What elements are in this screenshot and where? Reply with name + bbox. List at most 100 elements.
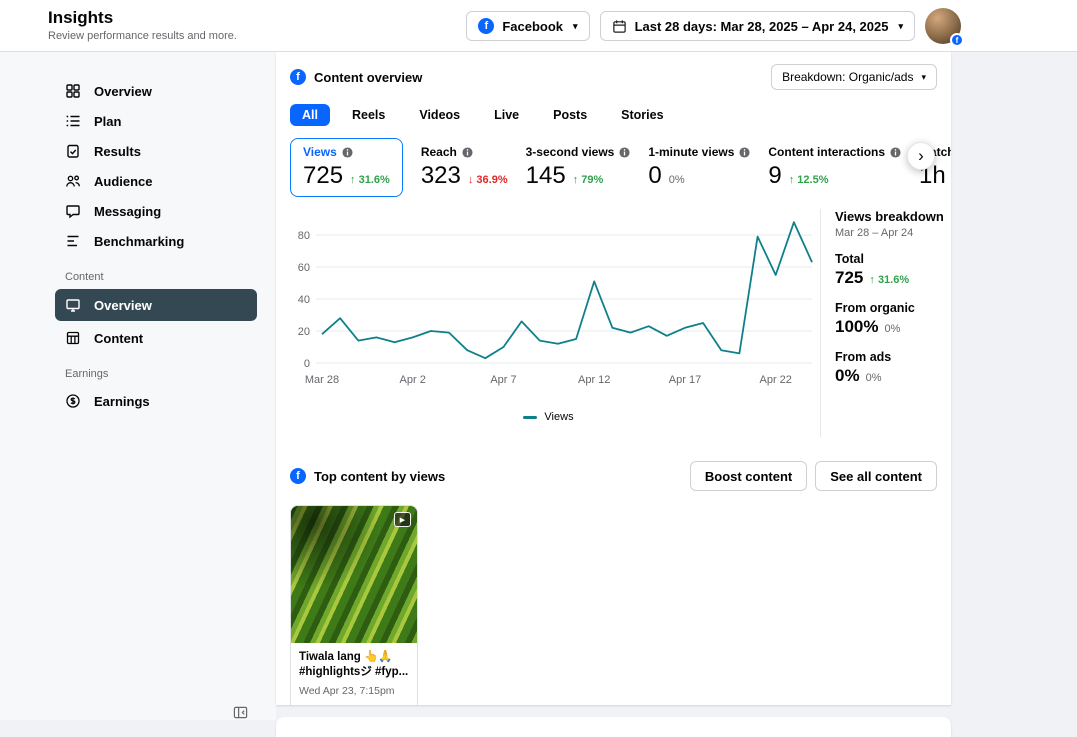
facebook-icon: f — [290, 69, 306, 85]
metric-delta: ↑ 31.6% — [350, 174, 390, 186]
chevron-down-icon: ▾ — [898, 21, 903, 32]
chat-icon — [65, 203, 81, 219]
dollar-icon — [65, 393, 81, 409]
metric-delta: ↓ 36.9% — [468, 174, 508, 186]
tab-all[interactable]: All — [290, 104, 330, 126]
section-title: Content overview — [314, 70, 422, 85]
content-overview-title-row: f Content overview — [290, 69, 422, 85]
facebook-icon: f — [478, 18, 494, 34]
header-controls: f Facebook ▾ Last 28 days: Mar 28, 2025 … — [466, 8, 961, 44]
clipboard-check-icon — [65, 143, 81, 159]
date-range-button[interactable]: Last 28 days: Mar 28, 2025 – Apr 24, 202… — [600, 11, 915, 41]
see-all-content-button[interactable]: See all content — [815, 461, 937, 491]
metric-label: 1-minute views — [648, 145, 734, 159]
top-post-card[interactable]: ▶ Tiwala lang 👆🙏 #highlightsジ #fyp... We… — [290, 505, 418, 705]
svg-text:Apr 17: Apr 17 — [669, 374, 701, 386]
metrics-next-button[interactable]: › — [907, 142, 935, 170]
boost-content-button[interactable]: Boost content — [690, 461, 807, 491]
views-breakdown-title: Views breakdown — [835, 209, 951, 224]
info-icon — [342, 147, 353, 158]
metric-value: 0 — [648, 162, 661, 190]
metric-value: 725 — [303, 162, 343, 190]
top-header: Insights Review performance results and … — [0, 0, 1077, 52]
sidebar-item-benchmarking[interactable]: Benchmarking — [55, 226, 257, 256]
date-range-label: Last 28 days: Mar 28, 2025 – Apr 24, 202… — [635, 19, 889, 34]
tab-posts[interactable]: Posts — [541, 104, 599, 126]
metric-value: 145 — [526, 162, 566, 190]
breakdown-row-label: Total — [835, 252, 951, 266]
tab-videos[interactable]: Videos — [407, 104, 472, 126]
svg-text:Apr 2: Apr 2 — [400, 374, 426, 386]
collapse-sidebar-button[interactable] — [233, 705, 249, 721]
views-breakdown-date-range: Mar 28 – Apr 24 — [835, 227, 951, 239]
sidebar-item-results[interactable]: Results — [55, 136, 257, 166]
metric-label: 3-second views — [526, 145, 615, 159]
tab-stories[interactable]: Stories — [609, 104, 675, 126]
views-chart-section: 020406080Mar 28Apr 2Apr 7Apr 12Apr 17Apr… — [276, 205, 951, 451]
top-content-title-row: f Top content by views — [290, 468, 445, 484]
list-icon — [65, 113, 81, 129]
next-section-panel — [276, 717, 951, 737]
tab-reels[interactable]: Reels — [340, 104, 397, 126]
metric-card-reach[interactable]: Reach 323 ↓ 36.9% — [421, 138, 508, 197]
tab-live[interactable]: Live — [482, 104, 531, 126]
sidebar-item-label: Messaging — [94, 204, 161, 219]
sidebar-section-content: Content — [65, 271, 257, 283]
sidebar-item-label: Content — [94, 331, 143, 346]
grid-icon — [65, 330, 81, 346]
post-title: Tiwala lang 👆🙏 #highlightsジ #fyp... — [299, 650, 409, 680]
dashboard-icon — [65, 83, 81, 99]
svg-text:0: 0 — [304, 358, 310, 370]
facebook-badge-icon: f — [950, 33, 964, 47]
svg-text:60: 60 — [298, 262, 310, 274]
monitor-icon — [65, 297, 81, 313]
sidebar-item-content-overview[interactable]: Overview — [55, 289, 257, 321]
sidebar-item-label: Overview — [94, 84, 152, 99]
metric-card-1-minute-views[interactable]: 1-minute views 0 0% — [648, 138, 750, 197]
breakdown-row-value: 0% 0% — [835, 366, 951, 386]
page-selector-button[interactable]: f Facebook ▾ — [466, 11, 589, 41]
views-breakdown-panel: Views breakdown Mar 28 – Apr 24 Total 72… — [820, 209, 951, 437]
svg-text:Mar 28: Mar 28 — [305, 374, 339, 386]
post-thumbnail: ▶ — [291, 506, 417, 643]
metric-value: 9 — [768, 162, 781, 190]
post-details: Tiwala lang 👆🙏 #highlightsジ #fyp... Wed … — [291, 643, 417, 705]
metric-card-3-second-views[interactable]: 3-second views 145 ↑ 79% — [526, 138, 631, 197]
page-selector-label: Facebook — [502, 19, 563, 34]
info-icon — [890, 147, 901, 158]
metric-card-views[interactable]: Views 725 ↑ 31.6% — [290, 138, 403, 197]
page-title-block: Insights Review performance results and … — [48, 8, 237, 42]
metric-delta: ↑ 79% — [573, 174, 604, 186]
sidebar-item-content[interactable]: Content — [55, 323, 257, 353]
metrics-row: Views 725 ↑ 31.6% Reach 323 ↓ 36.9% 3-se… — [276, 126, 951, 197]
svg-text:20: 20 — [298, 326, 310, 338]
svg-text:Apr 7: Apr 7 — [490, 374, 516, 386]
sidebar-item-label: Plan — [94, 114, 121, 129]
breakdown-selector-label: Breakdown: Organic/ads — [782, 70, 913, 84]
breakdown-row-value: 100% 0% — [835, 317, 951, 337]
chevron-down-icon: ▾ — [921, 72, 926, 83]
page-title: Insights — [48, 8, 237, 28]
sidebar-item-messaging[interactable]: Messaging — [55, 196, 257, 226]
video-icon: ▶ — [394, 512, 411, 527]
avatar[interactable]: f — [925, 8, 961, 44]
sidebar-item-audience[interactable]: Audience — [55, 166, 257, 196]
breakdown-row-value: 725 ↑ 31.6% — [835, 268, 951, 288]
metric-card-content-interactions[interactable]: Content interactions 9 ↑ 12.5% — [768, 138, 901, 197]
legend-line-swatch — [523, 416, 537, 419]
bars-icon — [65, 233, 81, 249]
post-timestamp: Wed Apr 23, 7:15pm — [299, 685, 409, 697]
facebook-icon: f — [290, 468, 306, 484]
breakdown-selector-button[interactable]: Breakdown: Organic/ads ▾ — [771, 64, 937, 90]
top-content-actions: Boost content See all content — [690, 461, 937, 491]
sidebar-item-overview[interactable]: Overview — [55, 76, 257, 106]
calendar-icon — [612, 19, 627, 34]
chevron-right-icon: › — [918, 147, 924, 164]
content-overview-panel: f Content overview Breakdown: Organic/ad… — [276, 52, 951, 705]
sidebar-item-earnings[interactable]: Earnings — [55, 386, 257, 416]
metric-delta: ↑ 12.5% — [789, 174, 829, 186]
sidebar-item-plan[interactable]: Plan — [55, 106, 257, 136]
sidebar-section-earnings: Earnings — [65, 368, 257, 380]
metric-label: Views — [303, 145, 337, 159]
section-title: Top content by views — [314, 469, 445, 484]
